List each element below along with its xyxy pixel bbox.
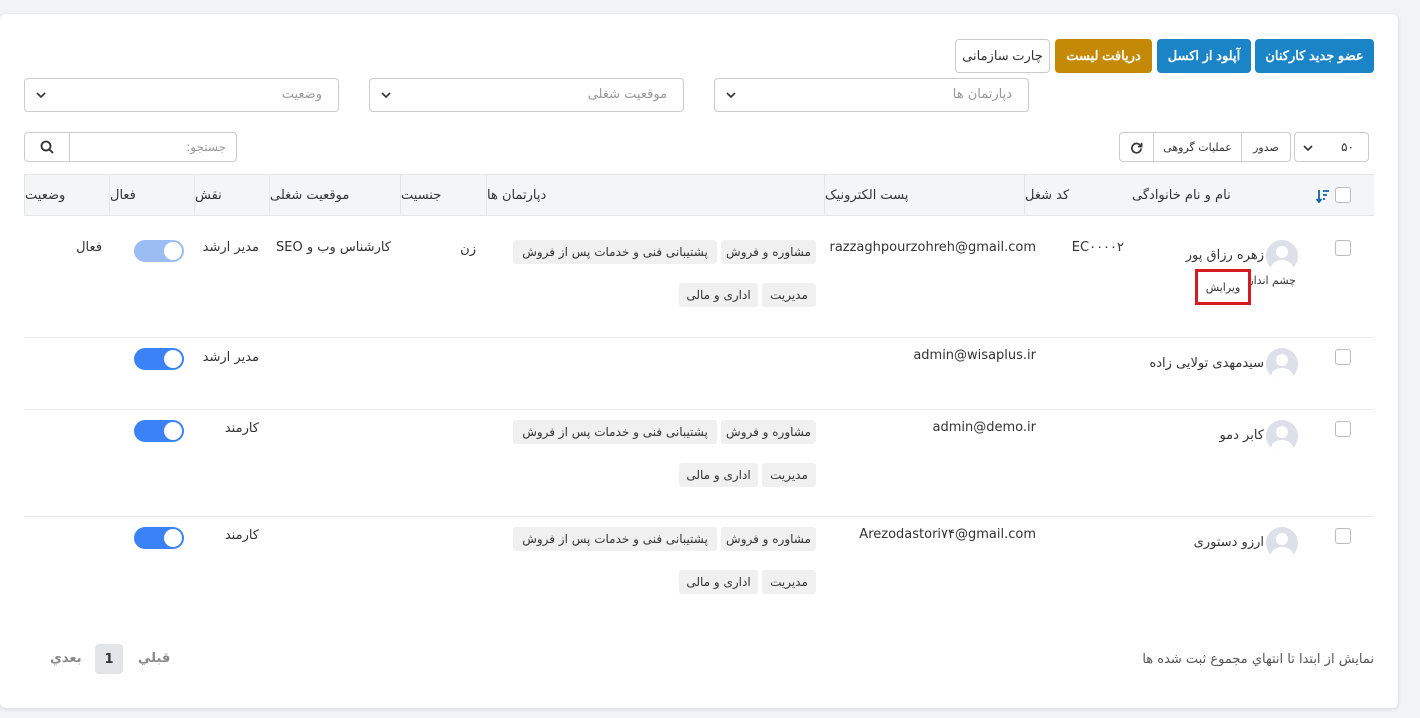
refresh-button[interactable] [1120,133,1154,161]
bulk-operations-button[interactable]: عملیات گروهی [1154,133,1242,161]
column-header-status[interactable]: وضعیت [24,175,109,215]
chevron-down-icon [381,92,391,99]
role: مدیر ارشد [202,350,259,365]
employee-name[interactable]: زهره رزاق پور [1186,248,1264,263]
column-header-gender[interactable]: جنسیت [400,175,486,215]
status-filter-select[interactable]: وضعیت [24,78,339,112]
role: مدیر ارشد [202,240,259,255]
avatar [1266,420,1298,452]
current-page-number[interactable]: 1 [95,644,123,674]
column-header-role[interactable]: نقش [194,175,269,215]
table-header: نام و نام خانوادگی کد شغل پست الکترونیک … [24,174,1374,216]
new-member-button[interactable]: عضو جدید کارکنان [1255,39,1374,73]
job-position-filter-placeholder: موقعیت شغلی [587,87,667,102]
job-position-filter-select[interactable]: موقعیت شغلی [369,78,684,112]
table-row: ارزو دستوری Arezodastori۷۴@gmail.com مشا… [24,517,1374,623]
select-all-checkbox[interactable] [1335,187,1351,203]
row-checkbox[interactable] [1335,240,1351,256]
column-header-job-code[interactable]: کد شغل [1024,175,1132,215]
column-header-name[interactable]: نام و نام خانوادگی [1132,175,1312,215]
department-tag: مشاوره و فروش [721,420,816,444]
column-header-active[interactable]: فعال [109,175,194,215]
table-summary: نمایش از ابتدا تا انتهاي مجموع ثبت شده ه… [1142,652,1374,667]
download-list-button[interactable]: دریافت لیست [1055,39,1152,73]
avatar [1266,348,1298,380]
page-size-value: ۵۰ [1341,140,1354,154]
status-text: فعال [76,240,102,255]
departments-filter-select[interactable]: دپارتمان ها [714,78,1029,112]
search-button[interactable] [25,133,70,161]
role: کارمند [224,528,259,543]
column-header-job-position[interactable]: موقعیت شغلی [269,175,400,215]
prev-page-button[interactable]: قبلي [138,651,170,666]
department-tag: اداری و مالی [679,463,758,487]
job-code: EC۰۰۰۰۲ [1071,240,1124,255]
search-input[interactable] [71,133,236,161]
department-tag: اداری و مالی [679,570,758,594]
employee-name[interactable]: سیدمهدی تولایی زاده [1149,356,1264,371]
status-filter-placeholder: وضعیت [281,87,322,102]
employee-name[interactable]: ارزو دستوری [1194,535,1264,550]
email: admin@wisaplus.ir [913,348,1036,363]
column-header-email[interactable]: پست الکترونیک [824,175,1024,215]
table-row: سیدمهدی تولایی زاده admin@wisaplus.ir مد… [24,338,1374,410]
upload-excel-button[interactable]: آپلود از اکسل [1157,39,1251,73]
department-tag: پشتیبانی فنی و خدمات پس از فروش [513,240,717,264]
department-tag: مشاوره و فروش [721,240,816,264]
edit-button[interactable]: ویرایش [1195,269,1251,305]
table-row: کابر دمو admin@demo.ir مشاوره و فروش پشت… [24,410,1374,517]
department-tag: مدیریت [762,570,816,594]
department-tag: پشتیبانی فنی و خدمات پس از فروش [513,420,717,444]
page-size-select[interactable]: ۵۰ [1294,132,1369,162]
row-checkbox[interactable] [1335,421,1351,437]
export-button[interactable]: صدور [1242,133,1290,161]
search-icon [40,140,54,154]
search-box [24,132,237,162]
department-tag: مدیریت [762,463,816,487]
email: Arezodastori۷۴@gmail.com [859,527,1036,542]
departments-filter-placeholder: دپارتمان ها [952,87,1012,102]
avatar [1266,527,1298,559]
department-tag: اداری و مالی [679,283,758,307]
role: کارمند [224,421,259,436]
active-toggle[interactable] [134,240,184,262]
employee-sub-label: چشم انداز [1248,274,1296,287]
department-tag: مدیریت [762,283,816,307]
email: razzaghpourzohreh@gmail.com [829,240,1036,255]
department-tag: مشاوره و فروش [721,527,816,551]
email: admin@demo.ir [932,420,1036,435]
next-page-button[interactable]: بعدي [50,651,82,666]
org-chart-button[interactable]: چارت سازمانی [955,39,1050,73]
chevron-down-icon [1303,145,1313,152]
chevron-down-icon [36,92,46,99]
active-toggle[interactable] [134,420,184,442]
department-tag: پشتیبانی فنی و خدمات پس از فروش [513,527,717,551]
table-tools-group: عملیات گروهی صدور [1119,132,1291,162]
employee-name[interactable]: کابر دمو [1219,428,1264,443]
active-toggle[interactable] [134,348,184,370]
row-checkbox[interactable] [1335,349,1351,365]
active-toggle[interactable] [134,527,184,549]
sort-icon[interactable] [1316,189,1330,203]
avatar [1266,240,1298,272]
gender: زن [460,242,476,257]
refresh-icon [1131,142,1143,154]
chevron-down-icon [726,92,736,99]
table-row: زهره رزاق پور چشم انداز ویرایش EC۰۰۰۰۲ r… [24,216,1374,338]
column-header-departments[interactable]: دپارتمان ها [486,175,824,215]
job-position: کارشناس وب و SEO [276,240,391,255]
row-checkbox[interactable] [1335,528,1351,544]
